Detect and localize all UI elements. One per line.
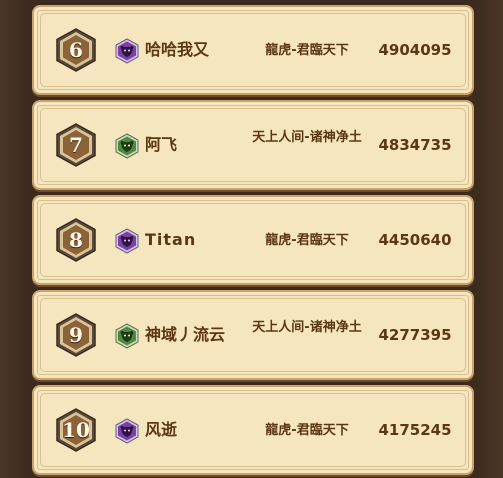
rank-number: 7 [69,133,83,157]
server-name: 天上人间-诸神净土 [252,320,362,335]
server-name: 龍虎-君臨天下 [265,233,349,248]
rank-number: 10 [62,418,90,442]
green-bull-icon [115,133,139,159]
player-name: 神域丿流云 [145,325,226,344]
leaderboard-row[interactable]: 10 风逝 龍虎-君臨天下 4175245 [32,385,474,475]
rank-badge: 8 [54,218,98,262]
rank-number: 8 [69,228,83,252]
server-name: 龍虎-君臨天下 [265,43,349,58]
score-value: 4450640 [378,231,452,249]
rank-badge: 10 [54,408,98,452]
rank-badge: 6 [54,28,98,72]
rank-badge: 9 [54,313,98,357]
purple-bull-icon [115,38,139,64]
leaderboard-row[interactable]: 9 神域丿流云 天上人间-诸神净土 4277395 [32,290,474,380]
score-value: 4904095 [378,41,452,59]
leaderboard-row[interactable]: 7 阿飞 天上人间-诸神净土 4834735 [32,100,474,190]
player-name: 阿飞 [145,135,178,154]
score-value: 4175245 [378,421,452,439]
server-name: 天上人间-诸神净土 [252,130,362,145]
player-name: Titan [145,230,197,249]
server-name: 龍虎-君臨天下 [265,423,349,438]
purple-bull-icon [115,418,139,444]
rank-number: 9 [69,323,83,347]
score-value: 4277395 [378,326,452,344]
rank-number: 6 [69,38,83,62]
player-name: 风逝 [145,420,178,439]
leaderboard-row[interactable]: 6 哈哈我又 龍虎-君臨天下 4904095 [32,5,474,95]
rank-badge: 7 [54,123,98,167]
purple-bull-icon [115,228,139,254]
green-bull-icon [115,323,139,349]
score-value: 4834735 [378,136,452,154]
leaderboard-row[interactable]: 8 Titan 龍虎-君臨天下 4450640 [32,195,474,285]
player-name: 哈哈我又 [145,40,210,59]
